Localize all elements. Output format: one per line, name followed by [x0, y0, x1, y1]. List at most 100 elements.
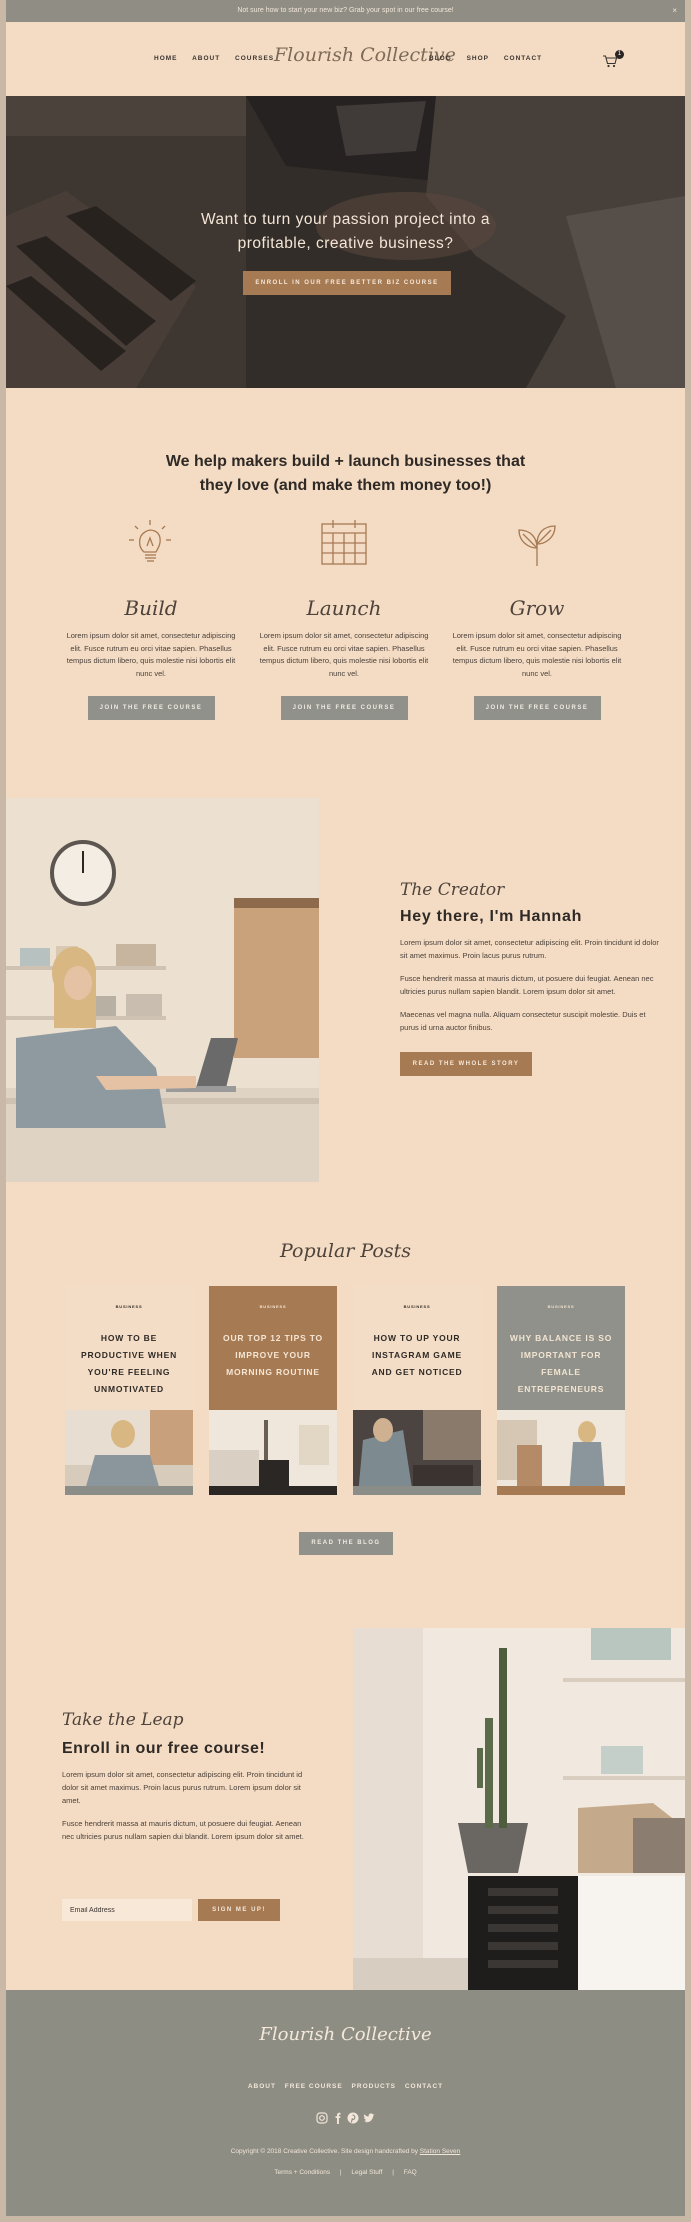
feature-build: Build Lorem ipsum dolor sit amet, consec… [63, 516, 239, 720]
post-card-cover: BUSINESS HOW TO BE PRODUCTIVE WHEN YOU'R… [65, 1286, 193, 1410]
post-strip [353, 1486, 481, 1495]
footer-link-free-course[interactable]: FREE COURSE [285, 2083, 343, 2090]
nav-link-about[interactable]: ABOUT [192, 55, 220, 62]
enroll-course-button[interactable]: ENROLL IN OUR FREE BETTER BIZ COURSE [243, 271, 451, 295]
main-nav: HOME ABOUT COURSES Flourish Collective B… [6, 22, 685, 96]
feature-launch-title: Launch [306, 596, 382, 620]
post-card[interactable]: BUSINESS HOW TO BE PRODUCTIVE WHEN YOU'R… [65, 1286, 193, 1495]
course-heading: Enroll in our free course! [62, 1740, 266, 1757]
signup-form: SIGN ME UP! [62, 1899, 280, 1921]
join-course-button-build[interactable]: JOIN THE FREE COURSE [87, 696, 215, 720]
nav-link-home[interactable]: HOME [154, 55, 178, 62]
hero-headline-line2: profitable, creative business? [237, 235, 454, 252]
copyright-text: Copyright © 2018 Creative Collective. Si… [6, 2148, 685, 2155]
close-icon[interactable]: × [672, 0, 677, 22]
site-footer: Flourish Collective ABOUT FREE COURSE PR… [6, 1990, 685, 2216]
hero-headline: Want to turn your passion project into a… [6, 208, 685, 256]
email-field[interactable] [62, 1899, 192, 1921]
creator-paragraph-3: Maecenas vel magna nulla. Aliquam consec… [400, 1010, 646, 1032]
hero-headline-line1: Want to turn your passion project into a [200, 211, 491, 228]
intro-heading: We help makers build + launch businesses… [6, 450, 685, 498]
footer-link-about[interactable]: ABOUT [248, 2083, 276, 2090]
lightbulb-icon [129, 520, 171, 562]
creator-heading: Hey there, I'm Hannah [400, 908, 583, 925]
read-blog-button[interactable]: READ THE BLOG [299, 1532, 393, 1555]
legal-links: Terms + Conditions | Legal Stuff | FAQ [6, 2169, 685, 2176]
post-title: OUR TOP 12 TIPS TO IMPROVE YOUR MORNING … [223, 1333, 323, 1377]
social-links [316, 2112, 375, 2124]
join-course-button-grow[interactable]: JOIN THE FREE COURSE [473, 696, 601, 720]
hero-section: Want to turn your passion project into a… [6, 96, 685, 388]
popular-posts-heading: Popular Posts [280, 1240, 411, 1262]
pinterest-icon[interactable] [347, 2112, 359, 2124]
course-paragraph-1: Lorem ipsum dolor sit amet, consectetur … [62, 1770, 303, 1805]
workspace-photo-art [353, 1628, 685, 1990]
announcement-bar[interactable]: Not sure how to start your new biz? Grab… [6, 0, 685, 22]
post-card[interactable]: BUSINESS HOW TO UP YOUR INSTAGRAM GAME A… [353, 1286, 481, 1495]
footer-link-contact[interactable]: CONTACT [405, 2083, 443, 2090]
copyright-prefix: Copyright © 2018 Creative Collective. Si… [230, 2148, 420, 2155]
join-course-button-launch[interactable]: JOIN THE FREE COURSE [280, 696, 408, 720]
nav-left: HOME ABOUT COURSES [154, 55, 286, 62]
creator-paragraph-1: Lorem ipsum dolor sit amet, consectetur … [400, 938, 659, 960]
legal-separator: | [392, 2169, 394, 2176]
terms-link[interactable]: Terms + Conditions [274, 2169, 330, 2176]
footer-nav: ABOUT FREE COURSE PRODUCTS CONTACT [6, 2083, 685, 2090]
footer-link-products[interactable]: PRODUCTS [352, 2083, 396, 2090]
post-strip [209, 1486, 337, 1495]
creator-photo [6, 798, 319, 1182]
course-signup-section: Take the Leap Enroll in our free course!… [62, 1710, 312, 1843]
feature-launch-text: Lorem ipsum dolor sit amet, consectetur … [259, 631, 429, 678]
post-thumbnail [65, 1410, 193, 1495]
feature-grow-title: Grow [509, 596, 565, 620]
sprout-icon [518, 525, 556, 566]
faq-link[interactable]: FAQ [404, 2169, 417, 2176]
calendar-icon [321, 520, 367, 565]
twitter-icon[interactable] [363, 2113, 375, 2123]
instagram-icon[interactable] [316, 2112, 328, 2124]
sign-up-button[interactable]: SIGN ME UP! [198, 1899, 280, 1921]
post-thumbnail [353, 1410, 481, 1495]
legal-separator: | [339, 2169, 342, 2176]
feature-build-title: Build [124, 596, 178, 620]
post-card[interactable]: BUSINESS WHY BALANCE IS SO IMPORTANT FOR… [497, 1286, 625, 1495]
footer-logo[interactable]: Flourish Collective [6, 2024, 685, 2045]
post-title: HOW TO BE PRODUCTIVE WHEN YOU'RE FEELING… [80, 1333, 178, 1394]
cart-button[interactable]: 1 [602, 50, 624, 70]
feature-grow: Grow Lorem ipsum dolor sit amet, consect… [449, 516, 625, 720]
post-thumbnail [209, 1410, 337, 1495]
nav-right: BLOG SHOP CONTACT [429, 55, 554, 62]
facebook-icon[interactable] [335, 2112, 341, 2124]
post-card-cover: BUSINESS WHY BALANCE IS SO IMPORTANT FOR… [497, 1286, 625, 1410]
intro-heading-line2: they love (and make them money too!) [199, 477, 492, 494]
intro-heading-line1: We help makers build + launch businesses… [165, 453, 526, 470]
nav-link-shop[interactable]: SHOP [467, 55, 489, 62]
nav-link-blog[interactable]: BLOG [429, 55, 452, 62]
post-card-cover: BUSINESS HOW TO UP YOUR INSTAGRAM GAME A… [353, 1286, 481, 1410]
cart-count-badge: 1 [615, 50, 624, 59]
post-title: WHY BALANCE IS SO IMPORTANT FOR FEMALE E… [509, 1333, 613, 1394]
post-thumbnail [497, 1410, 625, 1495]
creator-photo-art [6, 798, 319, 1182]
creator-paragraph-2: Fusce hendrerit massa at mauris dictum, … [400, 974, 654, 996]
feature-build-text: Lorem ipsum dolor sit amet, consectetur … [66, 631, 236, 678]
legal-stuff-link[interactable]: Legal Stuff [351, 2169, 382, 2176]
nav-link-courses[interactable]: COURSES [235, 55, 274, 62]
course-script-label: Take the Leap [62, 1710, 184, 1730]
post-category: BUSINESS [403, 1304, 431, 1309]
creator-section: The Creator Hey there, I'm Hannah Lorem … [400, 880, 662, 1076]
nav-link-contact[interactable]: CONTACT [504, 55, 542, 62]
post-strip [497, 1486, 625, 1495]
page: Not sure how to start your new biz? Grab… [6, 0, 685, 2216]
feature-launch: Launch Lorem ipsum dolor sit amet, conse… [256, 516, 432, 720]
post-category: BUSINESS [259, 1304, 287, 1309]
post-category: BUSINESS [547, 1304, 575, 1309]
creator-script-label: The Creator [400, 880, 505, 900]
read-story-button[interactable]: READ THE WHOLE STORY [400, 1052, 532, 1076]
post-card[interactable]: BUSINESS OUR TOP 12 TIPS TO IMPROVE YOUR… [209, 1286, 337, 1495]
designer-link[interactable]: Station Seven [420, 2148, 460, 2155]
announcement-text[interactable]: Not sure how to start your new biz? Grab… [237, 7, 453, 14]
post-title: HOW TO UP YOUR INSTAGRAM GAME AND GET NO… [371, 1333, 463, 1377]
workspace-photo [353, 1628, 685, 1990]
post-strip [65, 1486, 193, 1495]
